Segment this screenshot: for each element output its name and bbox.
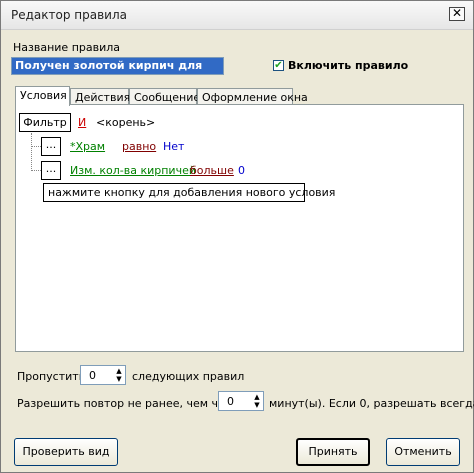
condition-field-link[interactable]: *Храм bbox=[70, 140, 105, 153]
spin-up-icon[interactable]: ▲ bbox=[114, 367, 124, 375]
condition-value[interactable]: Нет bbox=[163, 140, 184, 153]
condition-field-link[interactable]: Изм. кол-ва кирпичей bbox=[70, 164, 196, 177]
conditions-panel: Фильтр И <корень> ... *Храм равно Нет ..… bbox=[15, 104, 464, 352]
tree-line bbox=[31, 133, 32, 171]
tab-window-style[interactable]: Оформление окна bbox=[197, 88, 308, 105]
rule-name-label: Название правила bbox=[13, 41, 121, 54]
window-title: Редактор правила bbox=[11, 8, 127, 22]
skip-count-value: 0 bbox=[89, 369, 96, 382]
title-bar: Редактор правила ✕ bbox=[1, 1, 473, 30]
spinner-arrows[interactable]: ▲ ▼ bbox=[114, 367, 124, 383]
condition-comparison-link[interactable]: больше bbox=[190, 164, 234, 177]
preview-button[interactable]: Проверить вид bbox=[14, 438, 118, 466]
cancel-button[interactable]: Отменить bbox=[386, 438, 460, 466]
spin-down-icon[interactable]: ▼ bbox=[114, 375, 124, 383]
condition-comparison-link[interactable]: равно bbox=[122, 140, 156, 153]
close-icon[interactable]: ✕ bbox=[449, 7, 465, 21]
condition-menu-button[interactable]: ... bbox=[41, 161, 61, 180]
rule-editor-window: Редактор правила ✕ Название правила Полу… bbox=[0, 0, 474, 473]
enable-rule-label[interactable]: Включить правило bbox=[288, 59, 408, 72]
repeat-label: Разрешить повтор не ранее, чем через bbox=[17, 397, 245, 410]
operator-link[interactable]: И bbox=[78, 116, 86, 129]
skip-label: Пропустить bbox=[17, 370, 86, 383]
accept-button[interactable]: Принять bbox=[296, 438, 370, 466]
root-label: <корень> bbox=[96, 116, 156, 129]
condition-menu-button[interactable]: ... bbox=[41, 137, 61, 156]
tree-branch bbox=[31, 170, 41, 171]
spin-up-icon[interactable]: ▲ bbox=[252, 393, 262, 401]
repeat-minutes-spinner[interactable]: 0 ▲ ▼ bbox=[218, 391, 264, 411]
repeat-minutes-value: 0 bbox=[227, 395, 234, 408]
rule-name-value: Получен золотой кирпич для храма bbox=[12, 58, 223, 74]
skip-count-spinner[interactable]: 0 ▲ ▼ bbox=[80, 365, 126, 385]
condition-value[interactable]: 0 bbox=[238, 164, 245, 177]
enable-rule-checkbox[interactable]: ✔ bbox=[273, 60, 284, 71]
spin-down-icon[interactable]: ▼ bbox=[252, 401, 262, 409]
rule-name-input[interactable]: Получен золотой кирпич для храма bbox=[11, 57, 224, 75]
repeat-suffix-label: минут(ы). Если 0, разрешать всегда. bbox=[269, 397, 474, 410]
add-condition-hint: нажмите кнопку для добавления нового усл… bbox=[43, 183, 335, 202]
tab-message[interactable]: Сообщение bbox=[129, 88, 200, 105]
tab-conditions[interactable]: Условия bbox=[15, 86, 70, 106]
tab-actions[interactable]: Действия bbox=[70, 88, 130, 105]
skip-suffix-label: следующих правил bbox=[132, 370, 245, 383]
filter-button[interactable]: Фильтр bbox=[19, 113, 71, 132]
spinner-arrows[interactable]: ▲ ▼ bbox=[252, 393, 262, 409]
tree-branch bbox=[31, 146, 41, 147]
